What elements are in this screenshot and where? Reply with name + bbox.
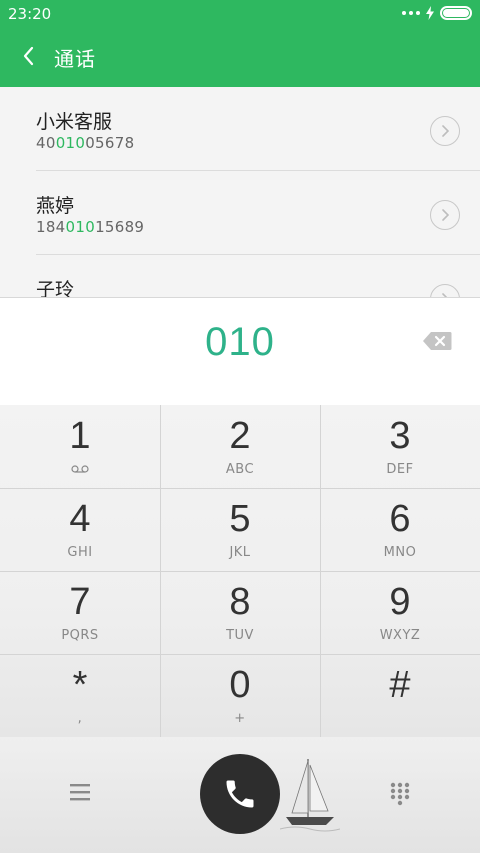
contact-name: 燕婷 — [36, 195, 75, 217]
key-digit: 2 — [229, 415, 251, 457]
key-5[interactable]: 5 JKL — [160, 488, 320, 571]
key-3[interactable]: 3 DEF — [320, 405, 480, 488]
battery-icon — [440, 6, 472, 20]
key-digit: 8 — [229, 581, 251, 623]
key-7[interactable]: 7 PQRS — [0, 571, 160, 654]
dialed-number: 010 — [205, 320, 275, 364]
key-letters: MNO — [383, 545, 417, 560]
key-2[interactable]: 2 ABC — [160, 405, 320, 488]
chevron-left-icon[interactable] — [18, 44, 42, 68]
key-digit: # — [389, 664, 411, 706]
contact-detail-button[interactable] — [430, 200, 460, 230]
key-letters: GHI — [67, 545, 93, 560]
sailboat-decoration — [280, 759, 340, 832]
key-digit: 5 — [229, 498, 251, 540]
key-letters: PQRS — [61, 628, 99, 643]
contact-detail-button[interactable] — [430, 116, 460, 146]
voicemail-icon — [71, 465, 89, 473]
app-header: 通话 — [0, 28, 480, 87]
key-digit: 9 — [389, 581, 411, 623]
key-letters: ABC — [225, 462, 255, 477]
key-letters: DEF — [386, 462, 414, 477]
chevron-right-icon — [442, 209, 450, 221]
signal-dots-icon — [402, 11, 420, 15]
list-item[interactable]: 小米客服 4001005678 — [0, 87, 480, 171]
key-letters: TUV — [226, 628, 254, 643]
key-letters: , — [77, 711, 83, 726]
chevron-right-icon — [442, 125, 450, 137]
list-item[interactable]: 燕婷 18401015689 — [0, 171, 480, 255]
status-bar: 23:20 — [0, 0, 480, 28]
list-item[interactable]: 子玲 — [0, 255, 480, 297]
key-digit: 3 — [389, 415, 411, 457]
key-letters: JKL — [229, 545, 251, 560]
charging-icon — [426, 6, 434, 20]
page-title: 通话 — [54, 47, 96, 71]
contact-name: 小米客服 — [36, 111, 113, 133]
contact-results-list: 小米客服 4001005678 燕婷 18401015689 子玲 — [0, 87, 480, 297]
status-icons — [402, 6, 472, 20]
number-match: 010 — [55, 134, 86, 152]
backspace-icon[interactable] — [422, 331, 452, 351]
key-8[interactable]: 8 TUV — [160, 571, 320, 654]
dial-input-area: 010 — [0, 297, 480, 405]
key-digit: 7 — [69, 581, 91, 623]
key-9[interactable]: 9 WXYZ — [320, 571, 480, 654]
phone-icon — [226, 780, 254, 808]
key-letters: + — [234, 711, 246, 726]
dialpad-icon[interactable] — [388, 781, 412, 807]
bottom-action-bar — [0, 737, 480, 853]
key-0[interactable]: 0 + — [160, 654, 320, 737]
number-match: 010 — [65, 218, 96, 236]
key-6[interactable]: 6 MNO — [320, 488, 480, 571]
key-1[interactable]: 1 — [0, 405, 160, 488]
contact-detail-button[interactable] — [430, 284, 460, 297]
key-digit: * — [72, 664, 88, 706]
key-hash[interactable]: # — [320, 654, 480, 737]
contact-number: 18401015689 — [36, 218, 145, 236]
status-time: 23:20 — [8, 5, 52, 23]
contact-name: 子玲 — [36, 279, 75, 297]
contact-number: 4001005678 — [36, 134, 135, 152]
key-star[interactable]: * , — [0, 654, 160, 737]
menu-icon[interactable] — [68, 781, 92, 803]
key-digit: 0 — [229, 664, 251, 706]
key-4[interactable]: 4 GHI — [0, 488, 160, 571]
dial-keypad: 1 2 ABC 3 DEF 4 GHI 5 JKL 6 MNO 7 PQRS 8… — [0, 405, 480, 737]
key-digit: 6 — [389, 498, 411, 540]
key-digit: 4 — [69, 498, 91, 540]
call-button[interactable] — [200, 754, 280, 834]
key-digit: 1 — [69, 415, 91, 457]
key-letters: WXYZ — [379, 628, 421, 643]
